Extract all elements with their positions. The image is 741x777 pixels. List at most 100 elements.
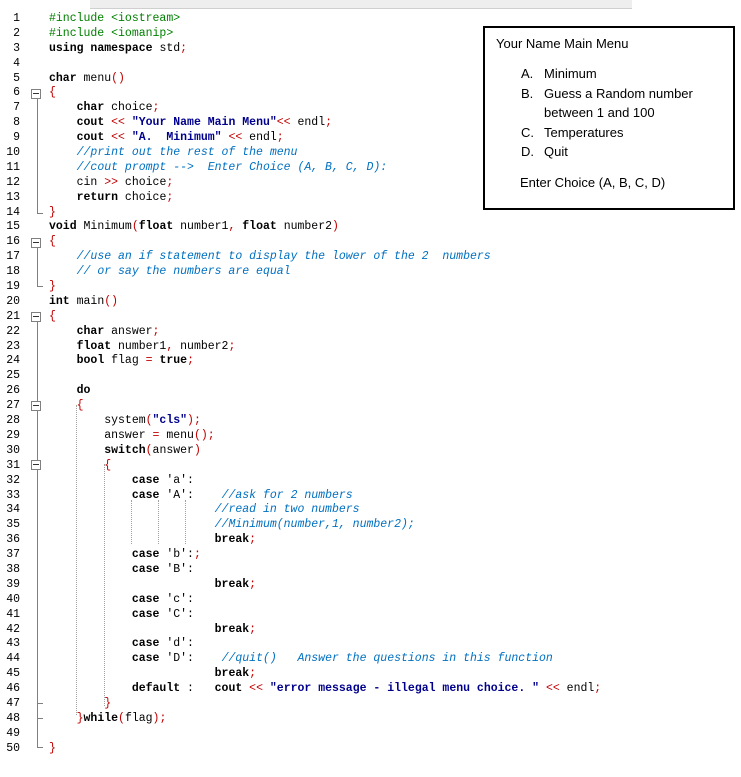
editor-gutter: 1 2 3 4 5 6 7 8 9 10 11 12 13 14 15 16 17 18 19 20 21 22 23 24 2… bbox=[0, 0, 43, 777]
code-line[interactable]: void Minimum(float number1, float number… bbox=[49, 220, 601, 235]
line-number: 9 bbox=[13, 131, 20, 145]
line-number: 37 bbox=[6, 548, 20, 562]
code-line[interactable]: { bbox=[49, 399, 601, 414]
code-line[interactable]: answer = menu(); bbox=[49, 429, 601, 444]
line-number: 43 bbox=[6, 637, 20, 651]
line-number: 30 bbox=[6, 443, 20, 457]
line-number: 35 bbox=[6, 518, 20, 532]
fold-end bbox=[37, 718, 43, 719]
code-line[interactable]: { bbox=[49, 310, 601, 325]
horizontal-scrollbar[interactable]: · · · bbox=[90, 0, 632, 9]
code-line[interactable]: { bbox=[49, 459, 601, 474]
line-number: 19 bbox=[6, 280, 20, 294]
menu-item-text: Guess a Random number between 1 and 100 bbox=[544, 85, 693, 121]
line-number: 1 bbox=[13, 12, 20, 25]
code-line[interactable]: break; bbox=[49, 623, 601, 638]
ellipsis-icon: · · · bbox=[90, 0, 120, 5]
code-line[interactable]: case 'd': bbox=[49, 637, 601, 652]
menu-prompt: Enter Choice (A, B, C, D) bbox=[520, 175, 666, 190]
line-number: 33 bbox=[6, 488, 20, 502]
line-number: 27 bbox=[6, 399, 20, 413]
line-number: 24 bbox=[6, 354, 20, 368]
code-line[interactable]: case 'D': //quit() Answer the questions … bbox=[49, 652, 601, 667]
code-line[interactable]: } bbox=[49, 742, 601, 757]
code-line[interactable]: break; bbox=[49, 667, 601, 682]
code-line[interactable]: #include <iostream> bbox=[49, 12, 601, 27]
fold-line bbox=[37, 322, 38, 747]
line-number: 20 bbox=[6, 294, 20, 308]
code-line[interactable]: switch(answer) bbox=[49, 444, 601, 459]
line-number: 41 bbox=[6, 607, 20, 621]
code-line[interactable]: int main() bbox=[49, 295, 601, 310]
code-line[interactable]: default : cout << "error message - illeg… bbox=[49, 682, 601, 697]
line-number: 40 bbox=[6, 592, 20, 606]
fold-toggle-icon[interactable] bbox=[31, 89, 41, 99]
menu-item-text: Temperatures bbox=[544, 124, 624, 140]
line-number: 48 bbox=[6, 711, 20, 725]
line-number: 29 bbox=[6, 428, 20, 442]
code-line[interactable]: system("cls"); bbox=[49, 414, 601, 429]
line-number: 15 bbox=[6, 220, 20, 234]
line-number: 50 bbox=[6, 741, 20, 755]
code-line[interactable]: } bbox=[49, 280, 601, 295]
code-line[interactable]: char answer; bbox=[49, 325, 601, 340]
fold-end bbox=[37, 213, 43, 214]
menu-item-a: A. Minimum bbox=[485, 64, 733, 84]
line-number: 38 bbox=[6, 562, 20, 576]
code-line[interactable]: break; bbox=[49, 578, 601, 593]
code-line[interactable]: }while(flag); bbox=[49, 712, 601, 727]
line-number: 31 bbox=[6, 458, 20, 472]
code-line[interactable]: float number1, number2; bbox=[49, 340, 601, 355]
code-line[interactable]: // or say the numbers are equal bbox=[49, 265, 601, 280]
fold-toggle-icon[interactable] bbox=[31, 401, 41, 411]
code-line[interactable]: { bbox=[49, 235, 601, 250]
code-line[interactable]: //read in two numbers bbox=[49, 503, 601, 518]
fold-toggle-icon[interactable] bbox=[31, 238, 41, 248]
line-number: 42 bbox=[6, 622, 20, 636]
code-line[interactable]: break; bbox=[49, 533, 601, 548]
code-line[interactable]: } bbox=[49, 697, 601, 712]
line-number: 14 bbox=[6, 205, 20, 219]
line-number: 16 bbox=[6, 235, 20, 249]
line-number: 46 bbox=[6, 682, 20, 696]
code-line[interactable]: do bbox=[49, 384, 601, 399]
code-line[interactable]: bool flag = true; bbox=[49, 354, 601, 369]
line-number: 2 bbox=[13, 26, 20, 40]
fold-end bbox=[37, 286, 43, 287]
code-line[interactable]: case 'B': bbox=[49, 563, 601, 578]
menu-item-letter: A. bbox=[521, 66, 534, 81]
line-number: 18 bbox=[6, 265, 20, 279]
code-line[interactable] bbox=[49, 727, 601, 742]
code-line[interactable]: //Minimum(number,1, number2); bbox=[49, 518, 601, 533]
line-number: 36 bbox=[6, 533, 20, 547]
fold-end bbox=[37, 703, 43, 704]
code-line[interactable]: //use an if statement to display the low… bbox=[49, 250, 601, 265]
line-number: 4 bbox=[13, 56, 20, 70]
menu-item-b: B. Guess a Random number between 1 and 10… bbox=[485, 84, 733, 123]
line-number: 3 bbox=[13, 41, 20, 55]
line-numbers: 1 2 3 4 5 6 7 8 9 10 11 12 13 14 15 16 17 18 19 20 21 22 23 24 2… bbox=[0, 12, 24, 757]
line-number: 11 bbox=[6, 160, 20, 174]
code-line[interactable]: case 'C': bbox=[49, 608, 601, 623]
code-line[interactable] bbox=[49, 369, 601, 384]
line-number: 21 bbox=[6, 309, 20, 323]
fold-toggle-icon[interactable] bbox=[31, 460, 41, 470]
fold-line bbox=[37, 248, 38, 286]
menu-item-c: C. Temperatures bbox=[485, 123, 733, 143]
line-number: 34 bbox=[6, 503, 20, 517]
menu-output-panel: Your Name Main Menu A. Minimum B. Guess a … bbox=[483, 26, 735, 210]
menu-item-letter: D. bbox=[521, 144, 534, 159]
line-number: 26 bbox=[6, 384, 20, 398]
code-line[interactable]: case 'a': bbox=[49, 474, 601, 489]
line-number: 47 bbox=[6, 696, 20, 710]
menu-title: Your Name Main Menu bbox=[496, 36, 629, 51]
fold-toggle-icon[interactable] bbox=[31, 312, 41, 322]
line-number: 6 bbox=[13, 86, 20, 100]
line-number: 5 bbox=[13, 71, 20, 85]
fold-end bbox=[37, 747, 43, 748]
menu-list: A. Minimum B. Guess a Random number betwee… bbox=[485, 64, 733, 162]
line-number: 7 bbox=[13, 101, 20, 115]
code-line[interactable]: case 'c': bbox=[49, 593, 601, 608]
code-line[interactable]: case 'b':; bbox=[49, 548, 601, 563]
code-line[interactable]: case 'A': //ask for 2 numbers bbox=[49, 489, 601, 504]
